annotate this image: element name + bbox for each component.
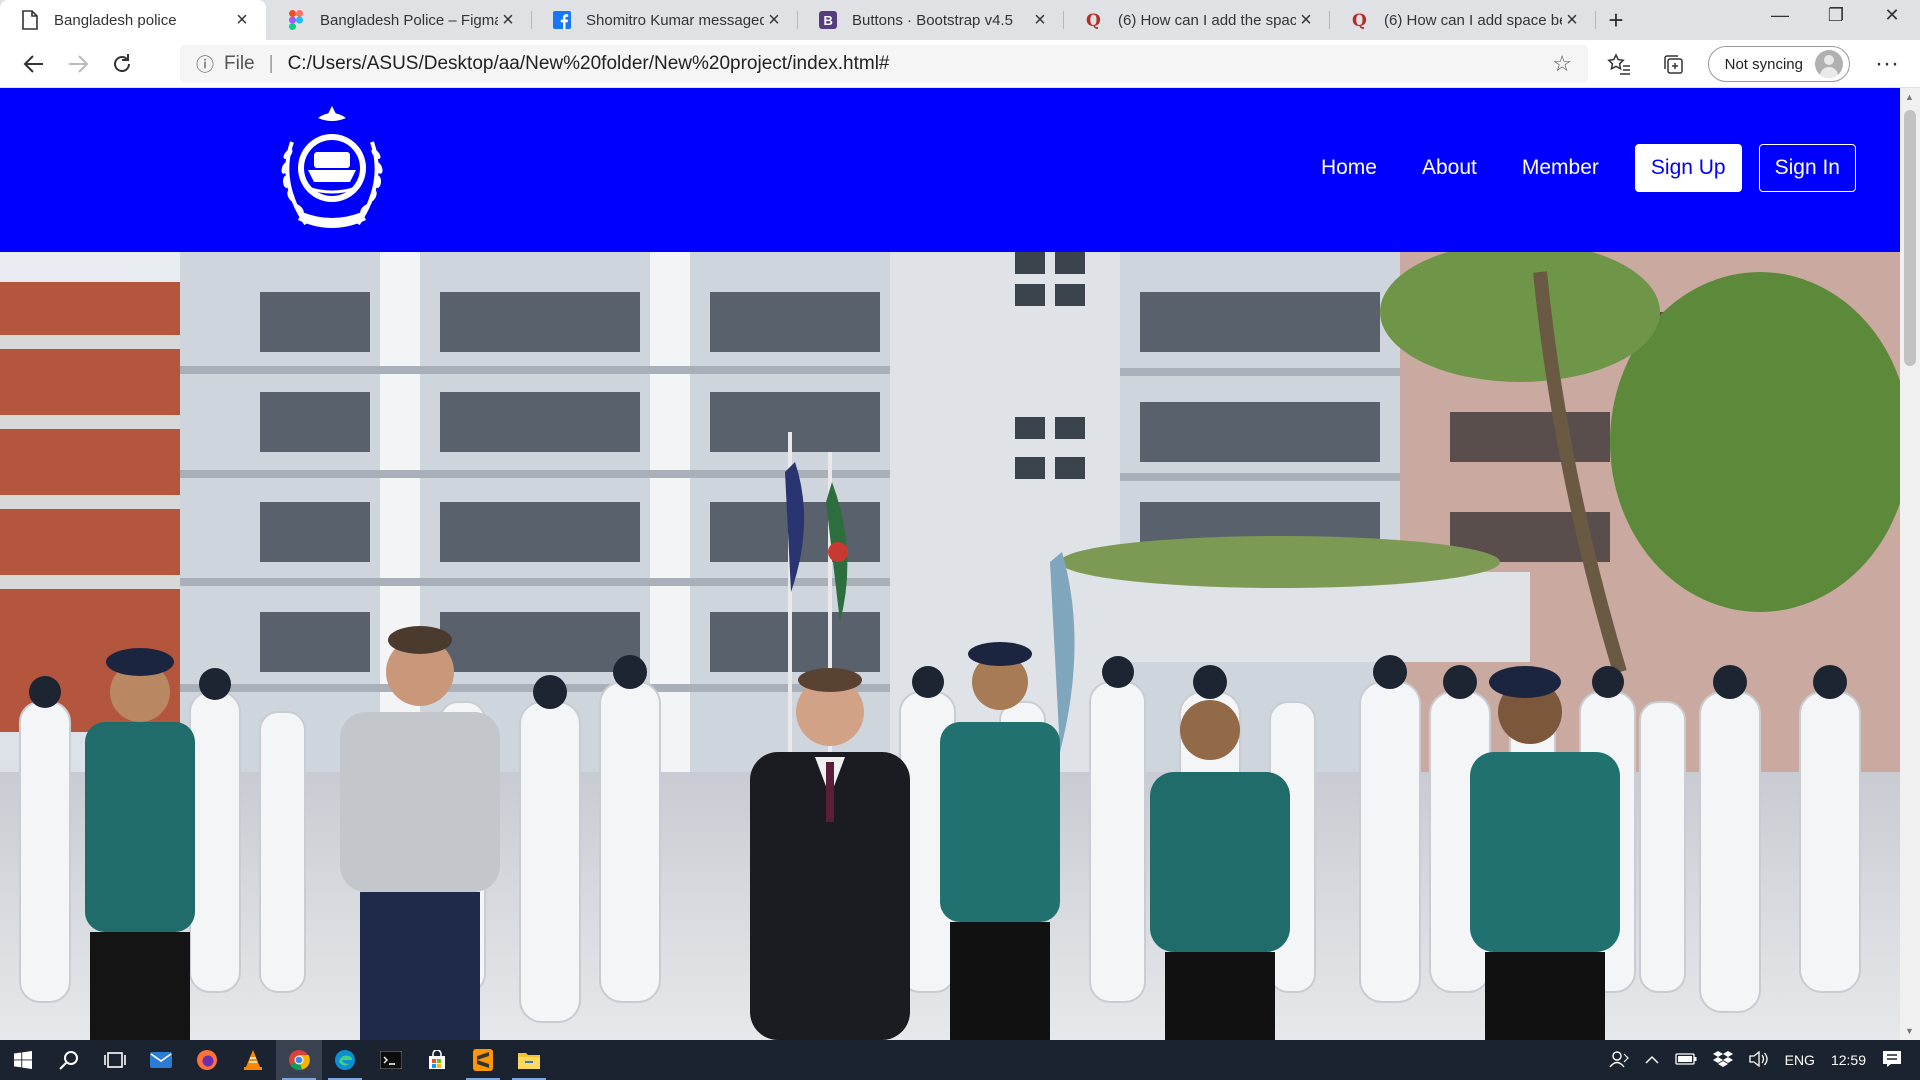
tab-bangladesh-police[interactable]: Bangladesh police × [0, 0, 266, 40]
scrollbar-thumb[interactable] [1904, 110, 1916, 366]
window-controls: — ❐ ✕ [1752, 0, 1920, 32]
quora-icon: Q [1084, 10, 1104, 30]
figma-icon [286, 10, 306, 30]
scroll-up-icon[interactable]: ▲ [1905, 92, 1914, 102]
sign-up-button[interactable]: Sign Up [1634, 144, 1742, 192]
browser-tab-strip: Bangladesh police × Bangladesh Police – … [0, 0, 1920, 40]
tab-title: Bangladesh Police – Figma [320, 11, 498, 29]
system-tray: ENG 12:59 [1601, 1040, 1920, 1080]
page-viewport: Home About Member Sign Up Sign In ▲ ▼ [0, 88, 1920, 1040]
windows-start-icon[interactable] [0, 1040, 46, 1080]
tab-bootstrap[interactable]: B Buttons · Bootstrap v4.5 × [798, 0, 1064, 40]
tab-quora-1[interactable]: Q (6) How can I add the space × [1064, 0, 1330, 40]
nav-member-link[interactable]: Member [1522, 156, 1599, 180]
svg-text:B: B [824, 13, 833, 28]
url-text[interactable]: C:/Users/ASUS/Desktop/aa/New%20folder/Ne… [288, 53, 1553, 75]
clock[interactable]: 12:59 [1831, 1052, 1866, 1068]
address-bar[interactable]: ⓘ File | C:/Users/ASUS/Desktop/aa/New%20… [180, 45, 1588, 83]
battery-icon[interactable] [1674, 1052, 1697, 1068]
back-arrow-icon [23, 54, 43, 73]
tab-close-icon[interactable]: × [764, 9, 784, 32]
notification-icon[interactable] [1882, 1050, 1902, 1071]
hero-image [0, 252, 1900, 1040]
quora-icon: Q [1350, 10, 1370, 30]
people-icon[interactable] [1609, 1050, 1629, 1071]
tab-title: (6) How can I add space betw [1384, 11, 1562, 29]
facebook-icon [552, 10, 572, 30]
nav-links: Home About Member Sign Up Sign In [1276, 144, 1856, 192]
nav-about-link[interactable]: About [1422, 156, 1477, 180]
scroll-down-icon[interactable]: ▼ [1905, 1026, 1914, 1036]
profile-sync-button[interactable]: Not syncing [1707, 46, 1850, 82]
scheme-label: File [224, 53, 255, 74]
tab-close-icon[interactable]: × [1296, 9, 1316, 32]
browser-toolbar: ⓘ File | C:/Users/ASUS/Desktop/aa/New%20… [0, 40, 1920, 88]
search-icon[interactable] [46, 1040, 92, 1080]
page-icon [20, 10, 40, 30]
chrome-icon[interactable] [276, 1040, 322, 1080]
collections-button[interactable] [1646, 44, 1700, 84]
tab-close-icon[interactable]: × [1030, 9, 1050, 32]
edge-icon[interactable] [322, 1040, 368, 1080]
store-icon[interactable] [414, 1040, 460, 1080]
page-scrollbar[interactable]: ▲ ▼ [1900, 88, 1920, 1040]
reload-icon [114, 53, 130, 72]
file-explorer-icon[interactable] [506, 1040, 552, 1080]
volume-icon[interactable] [1748, 1050, 1769, 1070]
dropbox-icon[interactable] [1712, 1050, 1733, 1071]
tab-close-icon[interactable]: × [1562, 9, 1582, 32]
sign-in-button[interactable]: Sign In [1758, 144, 1856, 192]
svg-text:Q: Q [1086, 11, 1101, 29]
favorites-button[interactable] [1592, 44, 1646, 84]
tab-title: Buttons · Bootstrap v4.5 [852, 11, 1013, 29]
reload-button[interactable] [100, 44, 144, 84]
collections-icon [1663, 55, 1683, 74]
terminal-icon[interactable] [368, 1040, 414, 1080]
task-view-icon[interactable] [92, 1040, 138, 1080]
tab-title: Shomitro Kumar messaged y [586, 11, 764, 29]
mail-icon[interactable] [138, 1040, 184, 1080]
windows-taskbar: ENG 12:59 [0, 1040, 1920, 1080]
favorite-star-icon[interactable]: ☆ [1552, 51, 1572, 77]
forward-button[interactable] [56, 44, 100, 84]
sync-status-label: Not syncing [1724, 55, 1803, 73]
firefox-icon[interactable] [184, 1040, 230, 1080]
forward-arrow-icon [69, 54, 89, 73]
close-window-button[interactable]: ✕ [1864, 0, 1920, 30]
maximize-button[interactable]: ❐ [1808, 0, 1864, 30]
tab-title: (6) How can I add the space [1118, 11, 1296, 29]
bootstrap-icon: B [818, 10, 838, 30]
svg-text:Q: Q [1352, 11, 1367, 29]
nav-home-link[interactable]: Home [1321, 156, 1377, 180]
favorites-list-icon [1606, 53, 1630, 75]
toolbar-right: Not syncing ··· [1592, 40, 1920, 88]
settings-more-button[interactable]: ··· [1860, 44, 1914, 84]
tab-facebook[interactable]: Shomitro Kumar messaged y × [532, 0, 798, 40]
chevron-up-icon[interactable] [1645, 1052, 1659, 1068]
minimize-button[interactable]: — [1752, 0, 1808, 30]
vlc-icon[interactable] [230, 1040, 276, 1080]
avatar [1815, 50, 1843, 78]
tab-close-icon[interactable]: × [232, 9, 252, 32]
police-logo-icon[interactable] [268, 102, 396, 238]
site-navbar: Home About Member Sign Up Sign In [0, 88, 1900, 252]
tab-title: Bangladesh police [54, 11, 177, 29]
tab-figma[interactable]: Bangladesh Police – Figma × [266, 0, 532, 40]
tab-quora-2[interactable]: Q (6) How can I add space betw × [1330, 0, 1596, 40]
language-indicator[interactable]: ENG [1785, 1052, 1815, 1068]
info-icon[interactable]: ⓘ [196, 51, 214, 77]
sublime-icon[interactable] [460, 1040, 506, 1080]
tab-close-icon[interactable]: × [498, 9, 518, 32]
back-button[interactable] [12, 44, 56, 84]
new-tab-button[interactable]: + [1596, 0, 1636, 40]
